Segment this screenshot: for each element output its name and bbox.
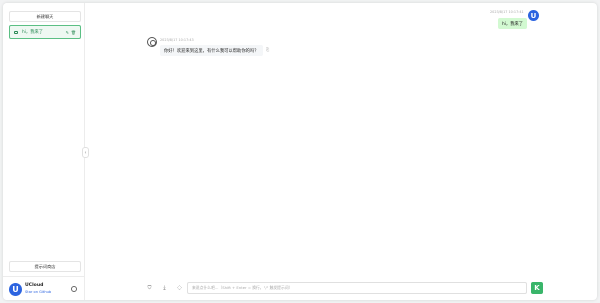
assistant-message: 你好！欢迎来到这里，有什么我可以帮助你的吗？: [160, 45, 263, 56]
avatar[interactable]: U: [9, 283, 22, 296]
prompt-store-button[interactable]: 提示词商店: [9, 261, 81, 272]
user-area: U UCloud Star on Github: [3, 276, 85, 300]
user-avatar: U: [528, 10, 539, 21]
message-time: 2023/8/17 10:17:43: [160, 38, 194, 42]
message-icon: [14, 30, 18, 34]
copy-icon[interactable]: ⎘: [266, 47, 269, 52]
gear-icon[interactable]: [71, 286, 77, 292]
message-input[interactable]: 来说点什么吧...（Shift + Enter = 换行，"/" 触发提示词）: [187, 282, 527, 294]
sidebar: 新建聊天 hi，我来了 ✎ 🗑 提示词商店 U UCloud Star on G…: [3, 3, 85, 300]
user-message: hi，我来了: [498, 18, 528, 29]
trash-icon[interactable]: 🗑: [71, 30, 76, 35]
assistant-avatar-icon: [147, 37, 157, 47]
message-time: 2023/8/17 10:17:41: [490, 10, 524, 14]
send-button[interactable]: K: [531, 282, 543, 294]
prompt-icon[interactable]: ◌: [175, 283, 184, 292]
clear-icon[interactable]: ⛉: [145, 283, 154, 292]
app-window: 新建聊天 hi，我来了 ✎ 🗑 提示词商店 U UCloud Star on G…: [3, 3, 597, 300]
edit-icon[interactable]: ✎: [66, 30, 69, 35]
session-item[interactable]: hi，我来了 ✎ 🗑: [9, 25, 81, 39]
new-chat-button[interactable]: 新建聊天: [9, 11, 81, 22]
download-icon[interactable]: ⤓: [160, 283, 169, 292]
chat-main: 2023/8/17 10:17:41 U hi，我来了 2023/8/17 10…: [85, 3, 597, 300]
github-link[interactable]: Star on Github: [25, 290, 51, 294]
session-title: hi，我来了: [22, 30, 44, 35]
user-name: UCloud: [25, 283, 44, 288]
